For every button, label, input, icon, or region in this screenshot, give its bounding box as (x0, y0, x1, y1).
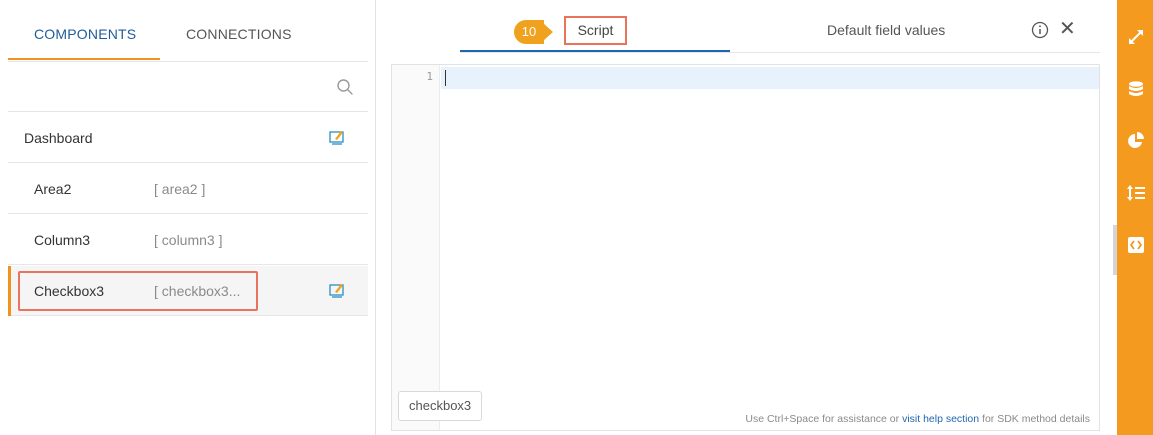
component-row-area2[interactable]: Area2 [ area2 ] (8, 164, 368, 214)
component-name: Column3 (34, 232, 91, 248)
help-link[interactable]: visit help section (902, 413, 979, 425)
right-toolbar (1117, 0, 1153, 435)
search-row[interactable] (8, 62, 368, 112)
edit-script-icon[interactable] (328, 128, 346, 146)
text-cursor (445, 70, 446, 86)
tab-components[interactable]: COMPONENTS (34, 26, 136, 42)
component-row-column3[interactable]: Column3 [ column3 ] (8, 215, 368, 265)
close-icon[interactable]: ✕ (1059, 17, 1076, 41)
active-line-highlight (441, 67, 1099, 89)
selected-indicator (8, 266, 11, 316)
edit-script-icon[interactable] (328, 281, 346, 299)
component-row-checkbox3[interactable]: Checkbox3 [ checkbox3... (8, 266, 368, 316)
pie-chart-icon[interactable] (1126, 131, 1146, 151)
editor-tabs: 10 Script Default field values ✕ (377, 0, 1113, 54)
component-chip[interactable]: checkbox3 (398, 391, 483, 421)
database-icon[interactable] (1126, 79, 1146, 99)
component-alias: [ area2 ] (154, 181, 206, 197)
active-tab-indicator (8, 58, 160, 60)
expand-icon[interactable] (1126, 27, 1146, 47)
component-name: Area2 (34, 181, 72, 197)
component-name: Checkbox3 (34, 283, 105, 299)
sort-list-icon[interactable] (1126, 183, 1146, 203)
help-text: Use Ctrl+Space for assistance or visit h… (745, 413, 1090, 425)
step-badge: 10 (514, 20, 553, 44)
panel-tabs: COMPONENTS CONNECTIONS (0, 0, 376, 62)
editor-tabs-divider (460, 52, 1100, 53)
component-row-dashboard[interactable]: Dashboard (8, 113, 368, 163)
script-code-icon[interactable] (1126, 235, 1146, 255)
info-icon[interactable] (1031, 21, 1049, 39)
component-alias: [ column3 ] (154, 232, 223, 248)
components-panel: COMPONENTS CONNECTIONS Dashboard Area2 [… (0, 0, 376, 435)
search-icon[interactable] (336, 78, 354, 96)
tab-default-field-values[interactable]: Default field values (827, 22, 945, 38)
line-gutter: 1 (392, 65, 440, 430)
help-prefix: Use Ctrl+Space for assistance or (745, 413, 903, 425)
component-alias: [ checkbox3... (154, 283, 241, 299)
script-editor-pane: 10 Script Default field values ✕ 1 check… (377, 0, 1113, 435)
help-suffix: for SDK method details (979, 413, 1090, 425)
code-editor[interactable]: 1 checkbox3 Use Ctrl+Space for assistanc… (391, 64, 1100, 431)
tab-connections[interactable]: CONNECTIONS (186, 26, 292, 42)
line-number: 1 (426, 70, 433, 83)
component-name: Dashboard (24, 130, 93, 146)
tab-script[interactable]: Script (564, 16, 627, 45)
